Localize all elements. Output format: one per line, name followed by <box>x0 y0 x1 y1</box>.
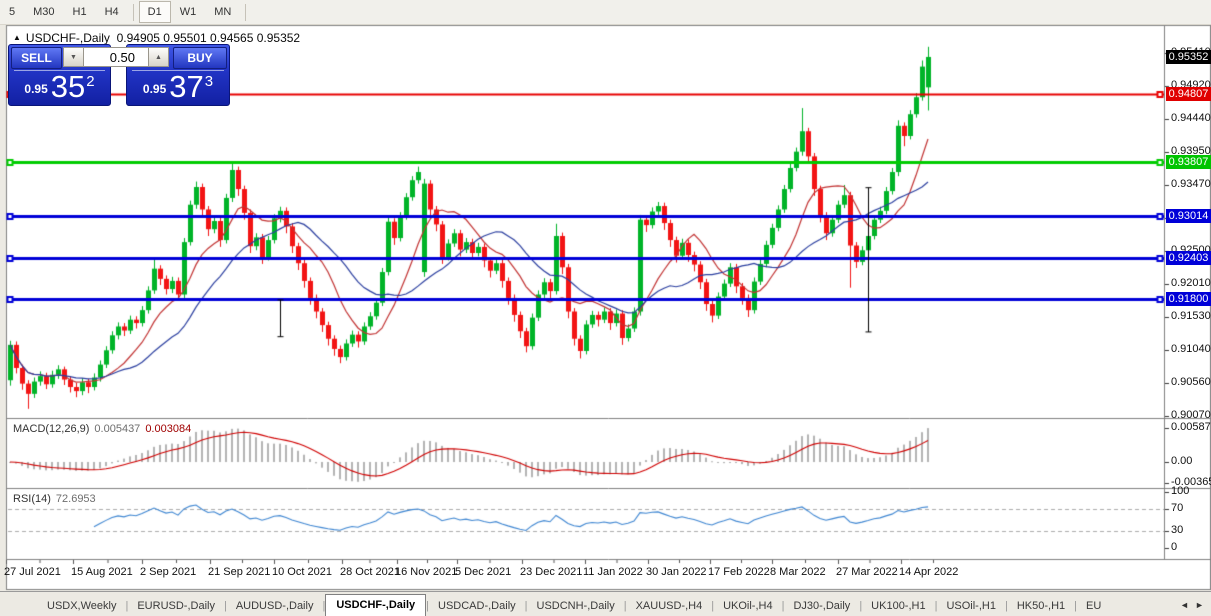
chart-tab-usoil-h1[interactable]: USOil-,H1 <box>937 596 1005 616</box>
toolbar-separator <box>133 4 134 21</box>
chart-tab-eu[interactable]: EU <box>1077 596 1110 616</box>
sell-price-big: 35 <box>51 72 85 101</box>
volume-decrease-button[interactable]: ▼ <box>63 47 84 67</box>
sell-price-prefix: 0.95 <box>24 82 47 96</box>
tab-scroll-left-icon[interactable]: ◄ <box>1177 600 1192 610</box>
tab-scroll-right-icon[interactable]: ► <box>1192 600 1207 610</box>
volume-input[interactable] <box>84 47 148 67</box>
price-chart-canvas[interactable] <box>0 24 1211 591</box>
chart-tab-uk100-h1[interactable]: UK100-,H1 <box>862 596 934 616</box>
chart-tab-bar: USDX,Weekly|EURUSD-,Daily|AUDUSD-,Daily|… <box>0 591 1211 616</box>
volume-increase-button[interactable]: ▲ <box>148 47 169 67</box>
chart-tab-usdcnh-daily[interactable]: USDCNH-,Daily <box>528 596 624 616</box>
chart-tab-usdx-weekly[interactable]: USDX,Weekly <box>38 596 125 616</box>
volume-spinner: ▼ ▲ <box>63 47 169 67</box>
timeframe-button-5[interactable]: 5 <box>0 2 24 22</box>
buy-button[interactable]: BUY <box>173 47 227 69</box>
chart-tab-hk50-h1[interactable]: HK50-,H1 <box>1008 596 1074 616</box>
sell-price-pipette: 2 <box>86 73 94 90</box>
one-click-trading-panel: 0.95 35 2 0.95 37 3 SELL BUY ▼ ▲ <box>8 44 230 106</box>
buy-price-pipette: 3 <box>205 73 213 90</box>
timeframe-button-mn[interactable]: MN <box>205 2 240 22</box>
chart-tab-usdchf-daily[interactable]: USDCHF-,Daily <box>325 594 426 616</box>
timeframe-button-m30[interactable]: M30 <box>24 2 63 22</box>
buy-price: 0.95 37 3 <box>127 72 229 101</box>
chart-tab-usdcad-daily[interactable]: USDCAD-,Daily <box>429 596 525 616</box>
sell-price: 0.95 35 2 <box>9 72 110 101</box>
chart-tab-audusd-daily[interactable]: AUDUSD-,Daily <box>227 596 323 616</box>
trading-app-window: 5M30H1H4D1W1MN ▲USDCHF-,Daily 0.94905 0.… <box>0 0 1211 616</box>
buy-price-big: 37 <box>169 72 203 101</box>
timeframe-button-d1[interactable]: D1 <box>139 1 171 23</box>
chart-tab-eurusd-daily[interactable]: EURUSD-,Daily <box>128 596 224 616</box>
chart-tab-dj30-daily[interactable]: DJ30-,Daily <box>784 596 859 616</box>
chart-tab-xauusd-h4[interactable]: XAUUSD-,H4 <box>627 596 712 616</box>
sell-button[interactable]: SELL <box>11 47 62 69</box>
timeframe-button-h4[interactable]: H4 <box>96 2 128 22</box>
toolbar-separator <box>245 4 246 21</box>
timeframe-button-h1[interactable]: H1 <box>64 2 96 22</box>
chart-tab-ukoil-h4[interactable]: UKOil-,H4 <box>714 596 782 616</box>
timeframe-button-w1[interactable]: W1 <box>171 2 206 22</box>
buy-price-prefix: 0.95 <box>143 82 166 96</box>
timeframe-toolbar: 5M30H1H4 D1W1MN <box>0 0 1211 25</box>
